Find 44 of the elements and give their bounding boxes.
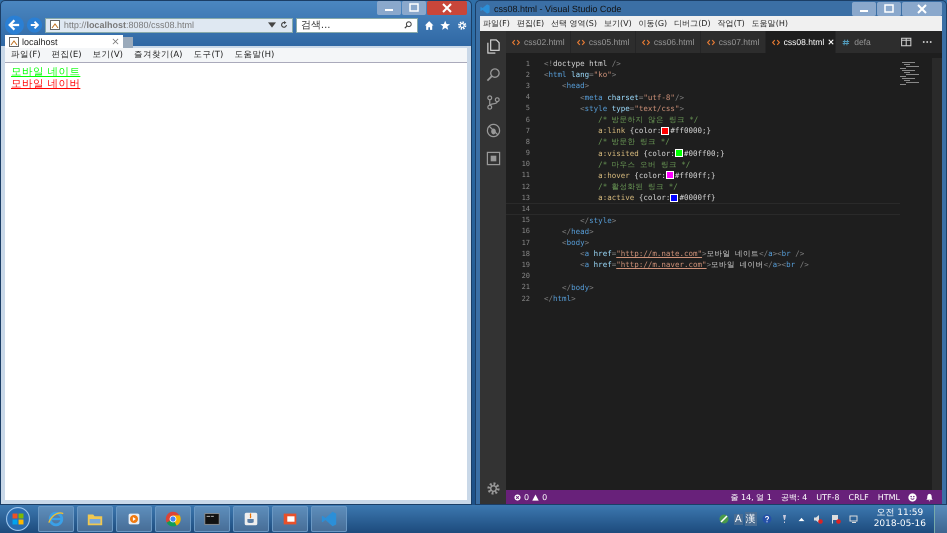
address-field[interactable]: http://localhost:8080/css08.html bbox=[44, 18, 293, 32]
editor-tab[interactable]: css05.html bbox=[570, 31, 636, 53]
clock-date: 2018-05-16 bbox=[874, 519, 926, 530]
menu-item[interactable]: 도구(T) bbox=[193, 49, 224, 61]
tab-label: css02.html bbox=[524, 37, 565, 47]
clock-time: 오전 11:59 bbox=[876, 508, 924, 519]
menu-item[interactable]: 디버그(D) bbox=[674, 18, 711, 29]
status-item[interactable]: UTF-8 bbox=[816, 492, 840, 502]
menu-item[interactable]: 보기(V) bbox=[604, 18, 632, 29]
clock[interactable]: 오전 11:59 2018-05-16 bbox=[874, 508, 926, 530]
status-item[interactable]: HTML bbox=[878, 492, 900, 502]
menu-item[interactable]: 이동(G) bbox=[638, 18, 668, 29]
status-item[interactable]: 공백: 4 bbox=[780, 492, 808, 502]
menu-item[interactable]: 편집(E) bbox=[52, 49, 82, 61]
menu-item[interactable]: 도움말(H) bbox=[752, 18, 788, 29]
editor-tab[interactable]: css08.html bbox=[766, 31, 836, 53]
tab-label: localhost bbox=[22, 36, 59, 46]
search-field[interactable]: 검색... bbox=[296, 18, 418, 32]
menu-item[interactable]: 보기(V) bbox=[92, 49, 123, 61]
tab-label: css08.html bbox=[784, 37, 824, 47]
input-mode-indicator[interactable]: 漢 bbox=[744, 512, 757, 526]
browser-tab[interactable]: localhost bbox=[5, 35, 123, 48]
tab-label: defa bbox=[854, 37, 871, 47]
editor-tab[interactable]: defa bbox=[836, 31, 902, 53]
status-item[interactable]: CRLF bbox=[848, 492, 869, 502]
error-count[interactable]: 0 bbox=[524, 492, 530, 502]
editor-tab[interactable]: css02.html bbox=[506, 31, 571, 53]
status-item[interactable]: 줄 14, 열 1 bbox=[730, 492, 772, 502]
menu-item[interactable]: 편집(E) bbox=[516, 18, 544, 29]
menu-item[interactable]: 작업(T) bbox=[718, 18, 745, 29]
menu-item[interactable]: 도움말(H) bbox=[234, 49, 274, 61]
menu-item[interactable]: 파일(F) bbox=[483, 18, 510, 29]
editor-tab[interactable]: css06.html bbox=[636, 31, 701, 53]
tab-label: css07.html bbox=[718, 37, 760, 47]
input-mode-indicator[interactable]: A bbox=[734, 514, 743, 524]
warning-count[interactable]: 0 bbox=[542, 492, 548, 502]
tab-label: css06.html bbox=[654, 37, 694, 47]
menu-item[interactable]: 즐겨찾기(A) bbox=[134, 49, 182, 61]
tab-label: css05.html bbox=[588, 37, 630, 47]
menu-item[interactable]: 선택 영역(S) bbox=[551, 18, 598, 29]
window-title: css08.html - Visual Studio Code bbox=[494, 4, 622, 14]
menu-item[interactable]: 파일(F) bbox=[11, 49, 41, 61]
editor-tab[interactable]: css07.html bbox=[700, 31, 766, 53]
link[interactable]: 모바일 네이버 bbox=[11, 78, 80, 90]
